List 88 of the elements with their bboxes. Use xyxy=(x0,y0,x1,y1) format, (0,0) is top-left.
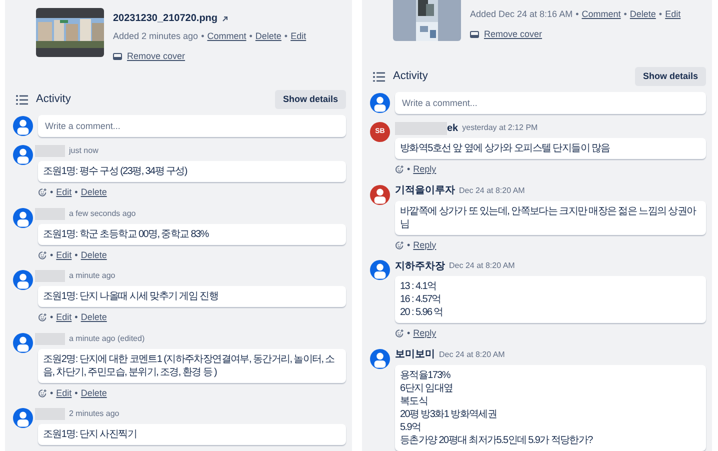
link[interactable]: Edit xyxy=(56,311,72,324)
add-reaction-icon[interactable] xyxy=(38,313,47,322)
separator-dot: • xyxy=(407,238,410,252)
link[interactable]: Comment xyxy=(207,30,246,44)
comment-text: 바깥쪽에 상가가 또 있는데, 안쪽보다는 크지만 매장은 젊은 느낌의 상권아님 xyxy=(395,200,706,234)
separator-dot: • xyxy=(50,248,54,262)
link[interactable]: Reply xyxy=(413,238,436,252)
separator-dot: • xyxy=(74,386,78,400)
comment-text: 방화역5호선 앞 옆에 상가와 오피스텔 단지들이 많음 xyxy=(395,138,706,159)
link[interactable]: Comment xyxy=(582,8,621,22)
add-reaction-icon[interactable] xyxy=(38,250,47,260)
link[interactable]: Delete xyxy=(80,311,107,324)
link[interactable]: Delete xyxy=(80,186,107,200)
show-details-button[interactable]: Show details xyxy=(274,90,346,109)
external-link-icon[interactable] xyxy=(222,16,228,22)
comment-text: 조원2명: 단지에 대한 코멘트1 (지하주차장연결여부, 동간거리, 놀이터, 소음, 차단기, 주민모습, 분위기, 조경, 환경 등 ) xyxy=(38,348,346,382)
separator-dot: • xyxy=(249,30,252,43)
card-icon xyxy=(113,52,122,60)
comment-time: yesterday at 2:12 PM xyxy=(462,122,538,134)
added-time: Added Dec 24 at 8:16 AM xyxy=(470,8,573,21)
comment-time: a few seconds ago xyxy=(69,208,136,220)
avatar xyxy=(13,208,33,228)
separator-dot: • xyxy=(576,8,579,21)
link[interactable]: Edit xyxy=(56,186,72,200)
comment-time: a minute ago xyxy=(69,270,116,282)
remove-cover-link[interactable]: Remove cover xyxy=(127,50,186,63)
added-time: Added 2 minutes ago xyxy=(113,30,198,43)
comment-time: Dec 24 at 8:20 AM xyxy=(459,184,525,196)
author-name: 보미보미 xyxy=(395,348,435,362)
separator-dot: • xyxy=(74,311,78,324)
comment-field[interactable]: Write a comment... xyxy=(395,92,706,114)
activity-icon xyxy=(16,94,28,104)
separator-dot: • xyxy=(74,186,78,199)
avatar xyxy=(13,270,33,290)
link[interactable]: Reply xyxy=(413,327,436,340)
comment-field[interactable]: Write a comment... xyxy=(38,115,346,137)
comment-time: a minute ago (edited) xyxy=(69,332,145,344)
separator-dot: • xyxy=(284,30,288,43)
add-reaction-icon[interactable] xyxy=(395,240,404,250)
separator-dot: • xyxy=(201,30,204,43)
separator-dot: • xyxy=(624,8,627,21)
separator-dot: • xyxy=(50,386,54,400)
comment-text: 조원1명: 단지 나올때 시세 맞추기 게임 진행 xyxy=(38,286,346,307)
activity-icon xyxy=(373,72,385,82)
card-icon xyxy=(470,30,479,38)
author-name: ek xyxy=(447,122,458,136)
avatar xyxy=(370,260,390,280)
show-details-button[interactable]: Show details xyxy=(634,67,706,86)
remove-cover-link[interactable]: Remove cover xyxy=(484,28,542,41)
avatar xyxy=(13,145,33,165)
separator-dot: • xyxy=(407,327,410,340)
comment-time: just now xyxy=(69,145,98,157)
avatar xyxy=(13,332,33,352)
avatar xyxy=(370,348,390,368)
comment-text: 13 : 4.1억 16 : 4.57억 20 : 5.96 억 xyxy=(395,276,706,323)
link[interactable]: Delete xyxy=(80,386,107,400)
avatar xyxy=(13,408,33,428)
link[interactable]: Edit xyxy=(56,386,72,400)
comment-text: 조원1명: 학군 초등학교 00명, 중학교 83% xyxy=(38,224,346,244)
avatar xyxy=(13,116,33,136)
link[interactable]: Edit xyxy=(56,248,72,262)
add-reaction-icon[interactable] xyxy=(38,188,47,198)
section-title: Activity xyxy=(36,92,71,108)
separator-dot: • xyxy=(50,311,54,324)
link[interactable]: Delete xyxy=(80,248,107,262)
separator-dot: • xyxy=(407,163,410,176)
link[interactable]: Reply xyxy=(413,163,436,176)
author-name: 기적을이루자 xyxy=(395,184,455,198)
file-name: 20231230_210720.png xyxy=(113,12,218,26)
add-reaction-icon[interactable] xyxy=(38,388,47,398)
comment-text: 용적율173% 6단지 임대옆 복도식 20평 방3화1 방화역세권 5.9억 등촌가양 20평대 최저가5.5인데 5.9가 적당한가? xyxy=(395,364,706,450)
avatar xyxy=(370,93,390,113)
add-reaction-icon[interactable] xyxy=(395,165,404,174)
comment-time: Dec 24 at 8:20 AM xyxy=(449,260,515,272)
separator-dot: • xyxy=(74,248,78,262)
separator-dot: • xyxy=(658,8,662,21)
link[interactable]: Delete xyxy=(255,30,282,44)
link[interactable]: Edit xyxy=(665,8,681,22)
separator-dot: • xyxy=(50,186,54,199)
comment-time: Dec 24 at 8:20 AM xyxy=(439,348,505,360)
comment-text: 조원1명: 평수 구성 (23평, 34평 구성) xyxy=(38,161,346,182)
comment-time: 2 minutes ago xyxy=(69,408,120,420)
comment-text: 조원1명: 단지 사진찍기 xyxy=(38,424,346,445)
add-reaction-icon[interactable] xyxy=(395,329,404,338)
author-name: 지하주차장 xyxy=(395,260,445,274)
section-title: Activity xyxy=(393,69,428,84)
link[interactable]: Delete xyxy=(630,8,656,22)
link[interactable]: Edit xyxy=(290,30,306,44)
